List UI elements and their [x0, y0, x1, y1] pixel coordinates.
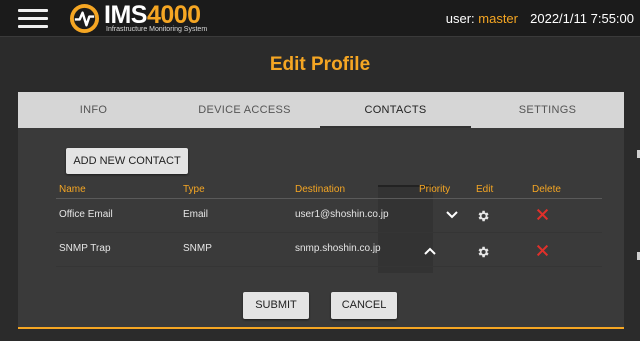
- contact-type: Email: [183, 209, 209, 220]
- gear-icon[interactable]: [476, 209, 490, 223]
- brand-prefix: IMS: [104, 1, 147, 29]
- gear-icon[interactable]: [476, 245, 490, 259]
- header-priority: Priority: [419, 184, 451, 195]
- table-row: SNMP Trap SNMP snmp.shoshin.co.jp: [56, 233, 602, 267]
- submit-button[interactable]: SUBMIT: [243, 292, 309, 319]
- top-bar: IMS4000 Infrastructure Monitoring System…: [0, 0, 640, 37]
- table-row: Office Email Email user1@shoshin.co.jp: [56, 199, 602, 233]
- brand-number: 4000: [146, 1, 201, 29]
- table-header: Name Type Destination Priority Edit Dele…: [56, 180, 602, 199]
- username[interactable]: master: [478, 11, 518, 26]
- contact-destination: user1@shoshin.co.jp: [295, 209, 389, 220]
- contact-name: SNMP Trap: [59, 243, 111, 254]
- datetime: 2022/1/11 7:55:00: [530, 11, 634, 26]
- chevron-up-icon[interactable]: [424, 247, 436, 255]
- contacts-table: Name Type Destination Priority Edit Dele…: [56, 180, 602, 267]
- tab-settings[interactable]: SETTINGS: [471, 92, 624, 128]
- delete-x-icon[interactable]: [536, 208, 549, 221]
- delete-x-icon[interactable]: [536, 244, 549, 257]
- header-destination: Destination: [295, 184, 346, 195]
- chevron-down-icon[interactable]: [446, 211, 458, 219]
- tab-info[interactable]: INFO: [18, 92, 169, 128]
- header-edit: Edit: [476, 184, 494, 195]
- add-new-contact-button[interactable]: ADD NEW CONTACT: [66, 148, 188, 174]
- page-title: Edit Profile: [269, 54, 371, 75]
- header-type: Type: [183, 184, 205, 195]
- contact-type: SNMP: [183, 243, 212, 254]
- edit-profile-panel: INFO DEVICE ACCESS CONTACTS SETTINGS ADD…: [18, 92, 624, 329]
- contact-destination: snmp.shoshin.co.jp: [295, 243, 381, 254]
- tab-device-access[interactable]: DEVICE ACCESS: [169, 92, 320, 128]
- user-info: user: master: [446, 11, 518, 26]
- tab-contacts[interactable]: CONTACTS: [320, 92, 471, 128]
- header-name: Name: [59, 184, 86, 195]
- brand-subtitle: Infrastructure Monitoring System: [106, 26, 208, 33]
- cancel-button[interactable]: CANCEL: [331, 292, 397, 319]
- tab-bar: INFO DEVICE ACCESS CONTACTS SETTINGS: [18, 92, 624, 128]
- hamburger-menu-icon[interactable]: [18, 9, 48, 29]
- user-label: user:: [445, 11, 475, 26]
- header-delete: Delete: [532, 184, 561, 195]
- logo-icon: [69, 3, 100, 34]
- panel-bottom-accent: [18, 327, 624, 329]
- contact-name: Office Email: [59, 209, 113, 220]
